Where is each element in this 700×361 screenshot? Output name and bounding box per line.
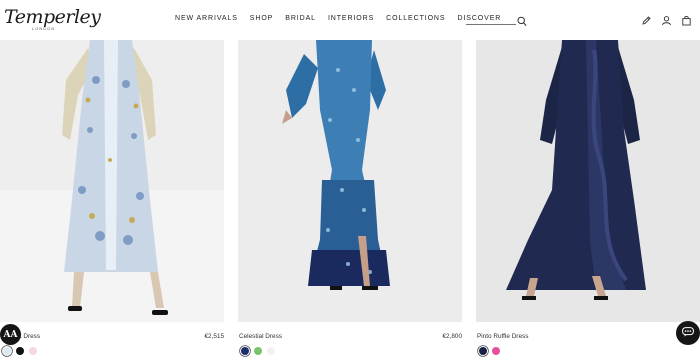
nav-collections[interactable]: COLLECTIONS: [386, 15, 445, 22]
color-swatches: [3, 347, 37, 355]
color-swatch[interactable]: [479, 347, 487, 355]
product-price: €2,515: [204, 333, 224, 340]
brand-logo[interactable]: Temperley: [4, 6, 101, 28]
product-image[interactable]: [0, 40, 224, 322]
search-icon[interactable]: [517, 14, 527, 26]
chat-button[interactable]: [676, 321, 700, 345]
color-swatches: [479, 347, 500, 355]
header-icons: [641, 13, 692, 26]
account-icon[interactable]: [661, 13, 672, 26]
main-nav: NEW ARRIVALS SHOP BRIDAL INTERIORS COLLE…: [175, 15, 501, 22]
product-price: €2,800: [442, 333, 462, 340]
color-swatch[interactable]: [254, 347, 262, 355]
color-swatch[interactable]: [492, 347, 500, 355]
pencil-icon[interactable]: [641, 13, 652, 25]
nav-bridal[interactable]: BRIDAL: [285, 15, 316, 22]
product-name[interactable]: Celestial Dress: [239, 333, 282, 340]
color-swatch[interactable]: [16, 347, 24, 355]
color-swatch[interactable]: [3, 347, 11, 355]
product-name[interactable]: Pinto Ruffle Dress: [477, 333, 528, 340]
search-box: [466, 14, 528, 26]
accessibility-button[interactable]: AA: [0, 324, 21, 345]
search-underline: [466, 24, 516, 25]
search-input[interactable]: [466, 14, 516, 24]
nav-interiors[interactable]: INTERIORS: [328, 15, 374, 22]
color-swatches: [241, 347, 275, 355]
chat-icon: [682, 324, 694, 342]
nav-new-arrivals[interactable]: NEW ARRIVALS: [175, 15, 238, 22]
product-card[interactable]: Pinto Ruffle Dress: [476, 40, 700, 361]
site-header: Temperley LONDON NEW ARRIVALS SHOP BRIDA…: [0, 0, 700, 40]
color-swatch[interactable]: [267, 347, 275, 355]
product-image[interactable]: [476, 40, 700, 322]
color-swatch[interactable]: [29, 347, 37, 355]
product-image[interactable]: [238, 40, 462, 322]
nav-shop[interactable]: SHOP: [250, 15, 273, 22]
bag-icon[interactable]: [681, 13, 692, 26]
color-swatch[interactable]: [241, 347, 249, 355]
product-card[interactable]: V-Neck Dress €2,515: [0, 40, 224, 361]
brand-logo-sub: LONDON: [32, 26, 56, 31]
product-card[interactable]: Celestial Dress €2,800: [238, 40, 462, 361]
